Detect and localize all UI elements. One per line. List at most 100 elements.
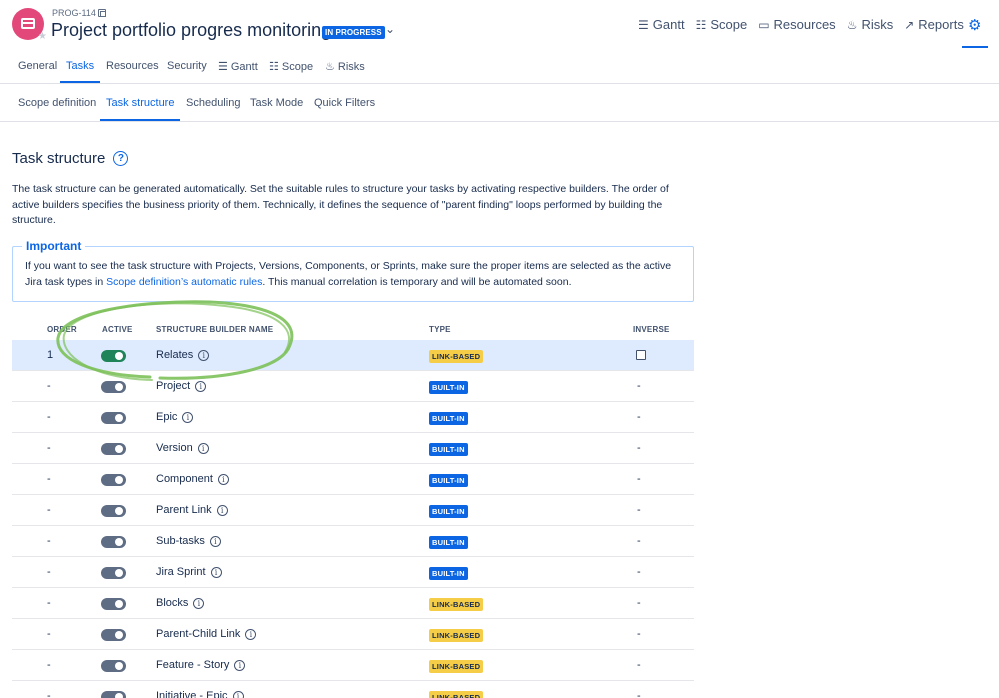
tab-scheduling[interactable]: Scheduling [186, 97, 240, 109]
type-badge: LINK-BASED [429, 629, 484, 642]
active-toggle[interactable] [101, 598, 126, 610]
active-toggle[interactable] [101, 412, 126, 424]
tab-tasks[interactable]: Tasks [66, 60, 94, 72]
active-toggle[interactable] [101, 350, 126, 362]
tab-task-mode[interactable]: Task Mode [250, 97, 303, 109]
nav-risks[interactable]: ♨ Risks [847, 17, 894, 32]
nav-risks-label: Risks [861, 17, 894, 32]
reports-icon: ↗ [904, 17, 915, 32]
type-badge: LINK-BASED [429, 660, 484, 673]
type-badge: BUILT-IN [429, 536, 468, 549]
builder-name-text: Sub-tasks [156, 535, 205, 547]
inverse-checkbox[interactable] [636, 350, 646, 360]
tab-quick-filters[interactable]: Quick Filters [314, 97, 375, 109]
table-row[interactable]: - Feature - Story i LINK-BASED - [12, 650, 694, 681]
table-row[interactable]: - Sub-tasks i BUILT-IN - [12, 526, 694, 557]
help-icon[interactable]: ? [113, 151, 129, 166]
tab-scope[interactable]: ☷ Scope [269, 60, 314, 74]
active-toggle[interactable] [101, 381, 126, 393]
info-icon[interactable]: i [197, 442, 209, 454]
type-badge: LINK-BASED [429, 598, 484, 611]
info-icon[interactable]: i [232, 690, 244, 698]
nav-gantt[interactable]: ☰ Gantt [638, 17, 685, 32]
builder-name: Feature - Story i [156, 659, 246, 671]
chevron-down-icon[interactable]: ⌄ [385, 22, 395, 36]
table-row[interactable]: 1 Relates i LINK-BASED [12, 340, 694, 371]
nav-reports[interactable]: ↗ Reports [904, 17, 964, 32]
info-icon[interactable]: i [209, 535, 221, 547]
info-icon[interactable]: i [216, 504, 228, 516]
row-order: - [47, 442, 51, 454]
tab-risks-label: Risks [337, 60, 365, 73]
builder-name-text: Feature - Story [156, 659, 230, 671]
table-row[interactable]: - Project i BUILT-IN - [12, 371, 694, 402]
row-order: - [47, 504, 51, 516]
copy-icon[interactable] [97, 9, 106, 17]
type-badge: LINK-BASED [429, 350, 484, 363]
type-badge: BUILT-IN [429, 381, 468, 394]
table-row[interactable]: - Version i BUILT-IN - [12, 433, 694, 464]
nav-gantt-label: Gantt [652, 17, 685, 32]
inverse-value: - [637, 690, 641, 698]
active-toggle[interactable] [101, 536, 126, 548]
tab-security-label: Security [167, 60, 207, 72]
row-order: - [47, 628, 51, 640]
scope-icon: ☷ [695, 17, 707, 32]
table-row[interactable]: - Parent Link i BUILT-IN - [12, 495, 694, 526]
gantt-icon: ☰ [638, 17, 649, 32]
tab-gantt-label: Gantt [230, 60, 258, 73]
col-header-name: STRUCTURE BUILDER NAME [156, 325, 274, 334]
builder-name: Version i [156, 442, 209, 454]
row-order: - [47, 473, 51, 485]
active-toggle[interactable] [101, 691, 126, 698]
info-icon[interactable]: i [182, 411, 194, 423]
tab-security[interactable]: Security [167, 60, 207, 72]
table-row[interactable]: - Jira Sprint i BUILT-IN - [12, 557, 694, 588]
table-row[interactable]: - Epic i BUILT-IN - [12, 402, 694, 433]
info-icon[interactable]: i [234, 659, 246, 671]
nav-scope[interactable]: ☷ Scope [696, 17, 748, 32]
info-icon[interactable]: i [195, 380, 207, 392]
table-row[interactable]: - Parent-Child Link i LINK-BASED - [12, 619, 694, 650]
active-toggle[interactable] [101, 629, 126, 641]
important-text: If you want to see the task structure wi… [25, 259, 685, 290]
table-row[interactable]: - Initiative - Epic i LINK-BASED - [12, 681, 694, 698]
tab-general-label: General [18, 60, 58, 72]
info-icon[interactable]: i [217, 473, 229, 485]
tab-task-structure[interactable]: Task structure [106, 97, 174, 109]
inverse-value: - [637, 535, 641, 547]
top-nav: ☰ Gantt ☷ Scope ▭ Resources ♨ Risks ↗ Reports [638, 17, 975, 32]
active-toggle[interactable] [101, 443, 126, 455]
project-avatar[interactable]: ★ [12, 8, 47, 42]
info-icon[interactable]: i [245, 628, 257, 640]
builder-name-text: Parent-Child Link [156, 628, 241, 640]
row-order: - [47, 380, 51, 392]
tab-risks[interactable]: ♨ Risks [325, 60, 365, 74]
secondary-tabs: Scope definition Task structure Scheduli… [0, 84, 999, 122]
tab-general[interactable]: General [18, 60, 57, 72]
active-toggle[interactable] [101, 505, 126, 517]
gear-icon[interactable]: ⚙ [968, 16, 981, 34]
active-toggle[interactable] [101, 567, 126, 579]
tab-scope-definition[interactable]: Scope definition [18, 97, 96, 109]
star-icon[interactable]: ★ [38, 32, 47, 42]
scope-definition-link[interactable]: Scope definition’s automatic rules [106, 276, 262, 288]
nav-resources-label: Resources [773, 17, 836, 32]
resources-icon: ▭ [758, 17, 770, 32]
type-badge: LINK-BASED [429, 691, 484, 698]
nav-resources[interactable]: ▭ Resources [758, 17, 835, 32]
active-toggle[interactable] [101, 660, 126, 672]
table-row[interactable]: - Blocks i LINK-BASED - [12, 588, 694, 619]
builder-name-text: Initiative - Epic [156, 690, 228, 698]
tab-resources[interactable]: Resources [106, 60, 159, 72]
info-icon[interactable]: i [198, 349, 210, 361]
builder-name: Initiative - Epic i [156, 690, 244, 698]
tab-gantt[interactable]: ☰ Gantt [218, 60, 258, 74]
active-toggle[interactable] [101, 474, 126, 486]
info-icon[interactable]: i [210, 566, 222, 578]
tab-scope-label: Scope [281, 60, 314, 73]
risks-icon: ♨ [325, 61, 335, 73]
primary-tabs: General Tasks Resources Security ☰ Gantt … [0, 50, 999, 84]
info-icon[interactable]: i [193, 597, 205, 609]
table-row[interactable]: - Component i BUILT-IN - [12, 464, 694, 495]
